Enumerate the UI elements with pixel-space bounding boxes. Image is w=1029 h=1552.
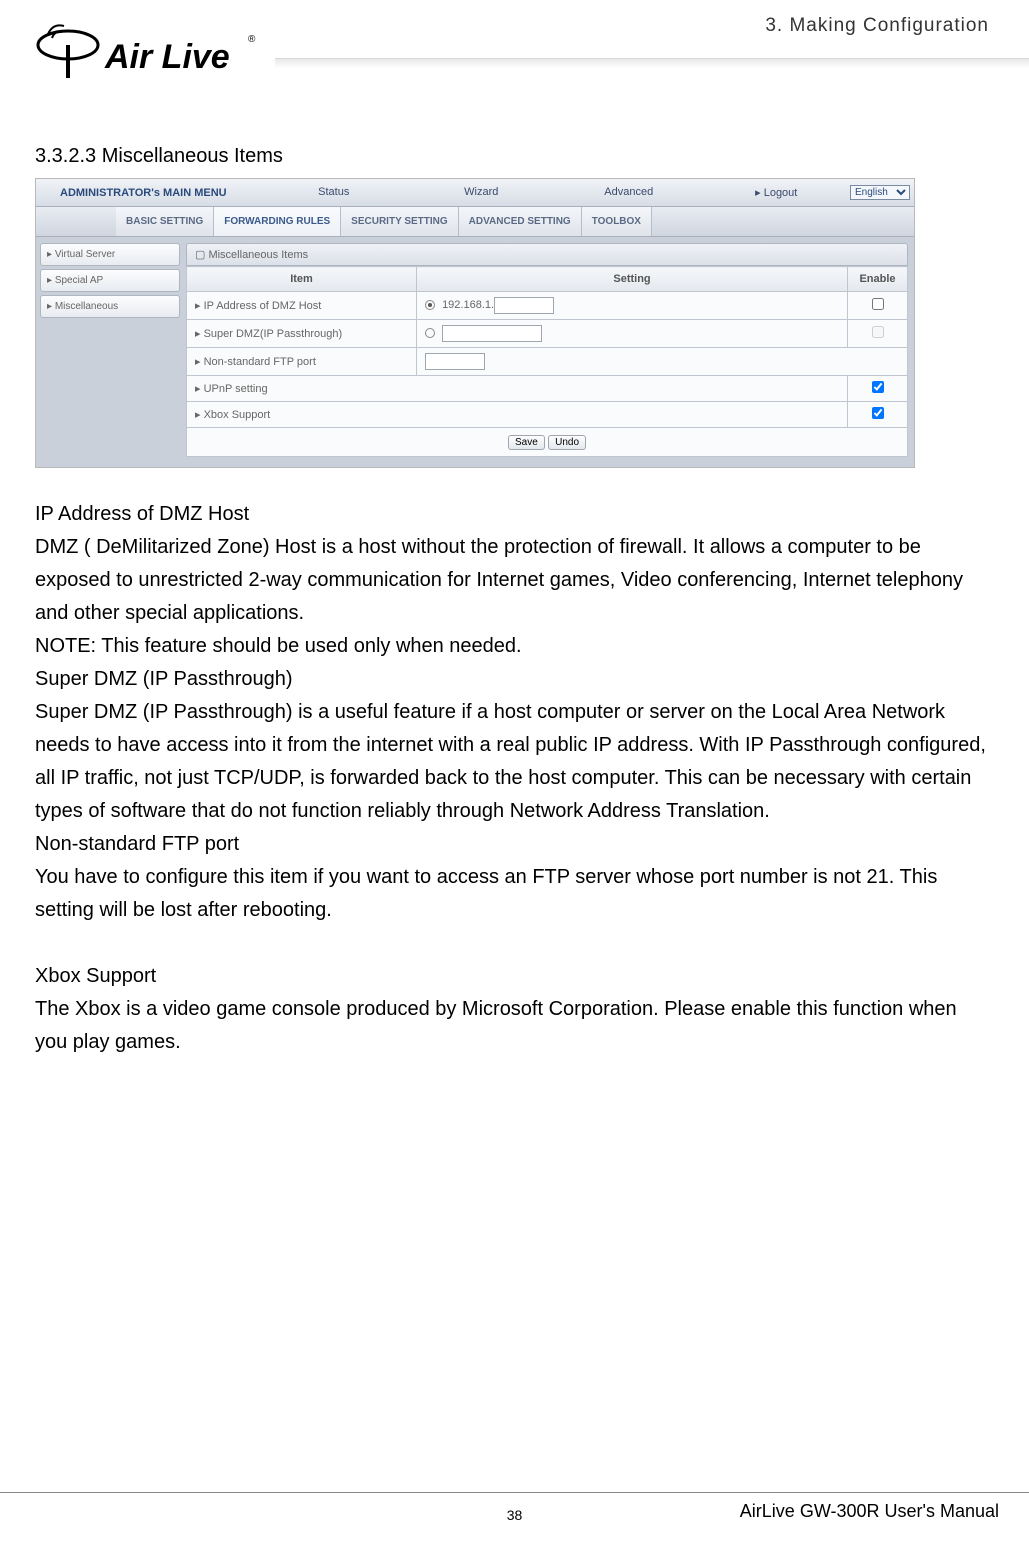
tab-basic-setting[interactable]: BASIC SETTING [116, 207, 214, 236]
superdmz-enable-checkbox [872, 326, 884, 338]
paragraph-xbox: The Xbox is a video game console produce… [35, 993, 994, 1059]
tab-advanced-setting[interactable]: ADVANCED SETTING [459, 207, 582, 236]
col-enable: Enable [848, 267, 908, 292]
tab-toolbox[interactable]: TOOLBOX [582, 207, 652, 236]
page-footer: 38 AirLive GW-300R User's Manual [0, 1492, 1029, 1522]
dmz-enable-checkbox[interactable] [872, 298, 884, 310]
paragraph-note: NOTE: This feature should be used only w… [35, 630, 994, 663]
paragraph-ftp: You have to configure this item if you w… [35, 861, 994, 927]
heading-superdmz: Super DMZ (IP Passthrough) [35, 663, 994, 696]
menu-logout[interactable]: ▸ Logout [703, 186, 851, 199]
col-item: Item [187, 267, 417, 292]
brand-logo: Air Live ® [30, 20, 270, 95]
heading-ftp: Non-standard FTP port [35, 828, 994, 861]
xbox-enable-checkbox[interactable] [872, 407, 884, 419]
config-sidebar: ▸ Virtual Server ▸ Special AP ▸ Miscella… [36, 237, 184, 467]
heading-dmz: IP Address of DMZ Host [35, 498, 994, 531]
table-row: ▸ Super DMZ(IP Passthrough) [187, 320, 908, 348]
paragraph-dmz: DMZ ( DeMilitarized Zone) Host is a host… [35, 531, 994, 630]
svg-text:®: ® [248, 34, 256, 45]
sub-tabs-bar: BASIC SETTING FORWARDING RULES SECURITY … [36, 207, 914, 237]
misc-items-table: Item Setting Enable ▸ IP Address of DMZ … [186, 266, 908, 428]
language-select[interactable]: English [850, 185, 910, 200]
admin-menu-title: ADMINISTRATOR's MAIN MENU [40, 187, 260, 199]
table-row: ▸ IP Address of DMZ Host 192.168.1. [187, 292, 908, 320]
upnp-enable-checkbox[interactable] [872, 381, 884, 393]
tab-forwarding-rules[interactable]: FORWARDING RULES [214, 207, 341, 236]
heading-xbox: Xbox Support [35, 960, 994, 993]
col-setting: Setting [417, 267, 848, 292]
page-number: 38 [0, 1507, 1029, 1523]
header-divider [275, 58, 1029, 68]
superdmz-radio[interactable] [425, 328, 435, 338]
button-row: Save Undo [186, 428, 908, 457]
paragraph-superdmz: Super DMZ (IP Passthrough) is a useful f… [35, 696, 994, 828]
undo-button[interactable]: Undo [548, 435, 586, 450]
admin-top-menu: ADMINISTRATOR's MAIN MENU Status Wizard … [36, 179, 914, 207]
menu-wizard[interactable]: Wizard [408, 186, 556, 199]
dmz-radio[interactable] [425, 300, 435, 310]
table-row: ▸ Non-standard FTP port [187, 348, 908, 376]
superdmz-input[interactable] [442, 325, 542, 342]
sidebar-item-special-ap[interactable]: ▸ Special AP [40, 269, 180, 292]
svg-text:Air Live: Air Live [104, 38, 230, 76]
sidebar-item-virtual-server[interactable]: ▸ Virtual Server [40, 243, 180, 266]
table-row: ▸ UPnP setting [187, 376, 908, 402]
dmz-host-input[interactable] [494, 297, 554, 314]
menu-status[interactable]: Status [260, 186, 408, 199]
router-admin-screenshot: ADMINISTRATOR's MAIN MENU Status Wizard … [35, 178, 915, 468]
table-row: ▸ Xbox Support [187, 402, 908, 428]
save-button[interactable]: Save [508, 435, 545, 450]
document-body: IP Address of DMZ Host DMZ ( DeMilitariz… [35, 498, 994, 1059]
sidebar-item-miscellaneous[interactable]: ▸ Miscellaneous [40, 295, 180, 318]
panel-header: ▢ Miscellaneous Items [186, 243, 908, 266]
menu-advanced[interactable]: Advanced [555, 186, 703, 199]
ftp-port-input[interactable] [425, 353, 485, 370]
section-heading: 3.3.2.3 Miscellaneous Items [35, 145, 994, 168]
tab-security-setting[interactable]: SECURITY SETTING [341, 207, 459, 236]
